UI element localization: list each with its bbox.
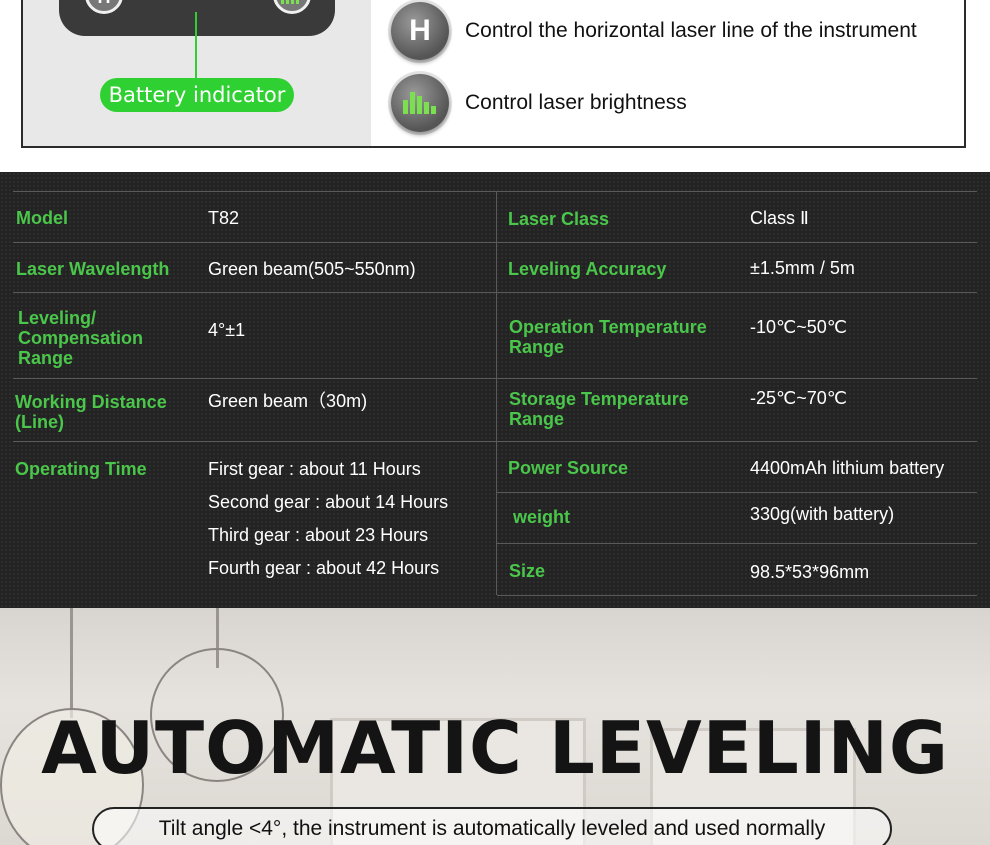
h-button-icon: H (391, 2, 449, 60)
spec-label-compensation: Leveling/ Compensation Range (18, 308, 144, 368)
callout-line (195, 12, 197, 78)
row-divider (497, 191, 977, 192)
column-divider (496, 191, 497, 595)
spec-label-operating-time: Operating Time (15, 459, 147, 479)
legend-row-horizontal: H Control the horizontal laser line of t… (391, 2, 917, 60)
device-control-panel: H (59, 0, 335, 36)
controls-section: H Battery indicator H Control the horizo… (0, 0, 990, 172)
specifications-table: Model T82 Laser Wavelength Green beam(50… (0, 172, 990, 608)
spec-value-power-source: 4400mAh lithium battery (750, 458, 945, 478)
device-brightness-button (273, 0, 311, 14)
lamp-chain (70, 608, 73, 718)
controls-frame: H Battery indicator H Control the horizo… (21, 0, 966, 148)
spec-label-model: Model (16, 208, 68, 228)
brightness-bars-icon (281, 0, 303, 4)
hero-caption: Tilt angle <4°, the instrument is automa… (92, 807, 892, 845)
spec-label-size: Size (509, 561, 546, 581)
row-divider (497, 492, 977, 493)
row-divider (13, 242, 496, 243)
hero-title: AUTOMATIC LEVELING (41, 706, 949, 790)
spec-label-power-source: Power Source (508, 458, 629, 478)
spec-value-operating-time-4: Fourth gear : about 42 Hours (208, 558, 440, 578)
spec-label-wavelength: Laser Wavelength (16, 259, 170, 279)
spec-label-working-distance: Working Distance (Line) (15, 392, 167, 432)
spec-label-storage-temperature: Storage Temperature Range (509, 389, 689, 429)
spec-value-wavelength: Green beam(505~550nm) (208, 259, 416, 279)
spec-value-size: 98.5*53*96mm (750, 562, 870, 582)
spec-label-weight: weight (513, 507, 570, 527)
spec-value-laser-class: Class Ⅱ (750, 208, 809, 228)
legend-row-brightness: Control laser brightness (391, 74, 687, 132)
battery-indicator-label: Battery indicator (100, 78, 294, 112)
row-divider (497, 441, 977, 442)
row-divider (497, 543, 977, 544)
spec-value-accuracy: ±1.5mm / 5m (750, 258, 855, 278)
row-divider (13, 191, 496, 192)
device-illustration: H Battery indicator (23, 0, 371, 146)
spec-value-storage-temperature: -25℃~70℃ (750, 388, 847, 408)
brightness-button-icon (391, 74, 449, 132)
row-divider (497, 292, 977, 293)
spec-value-operating-time-1: First gear : about 11 Hours (208, 459, 421, 479)
row-divider (497, 595, 977, 596)
row-divider (497, 378, 977, 379)
spec-label-accuracy: Leveling Accuracy (508, 259, 667, 279)
row-divider (13, 292, 496, 293)
brightness-bars-icon (402, 92, 438, 114)
spec-value-model: T82 (208, 208, 240, 228)
spec-value-operating-time-2: Second gear : about 14 Hours (208, 492, 449, 512)
row-divider (13, 378, 496, 379)
spec-value-operating-time-3: Third gear : about 23 Hours (208, 525, 429, 545)
spec-value-weight: 330g(with battery) (750, 504, 895, 524)
legend-text: Control the horizontal laser line of the… (465, 19, 917, 42)
spec-value-operation-temperature: -10℃~50℃ (750, 317, 847, 337)
spec-value-working-distance: Green beam（30m) (208, 391, 368, 411)
legend-text: Control laser brightness (465, 91, 687, 114)
spec-value-compensation: 4°±1 (208, 320, 246, 340)
row-divider (497, 242, 977, 243)
device-h-button: H (85, 0, 123, 14)
spec-label-laser-class: Laser Class (508, 209, 610, 229)
hero-banner: AUTOMATIC LEVELING Tilt angle <4°, the i… (0, 608, 990, 845)
spec-label-operation-temperature: Operation Temperature Range (509, 317, 707, 357)
row-divider (13, 441, 496, 442)
